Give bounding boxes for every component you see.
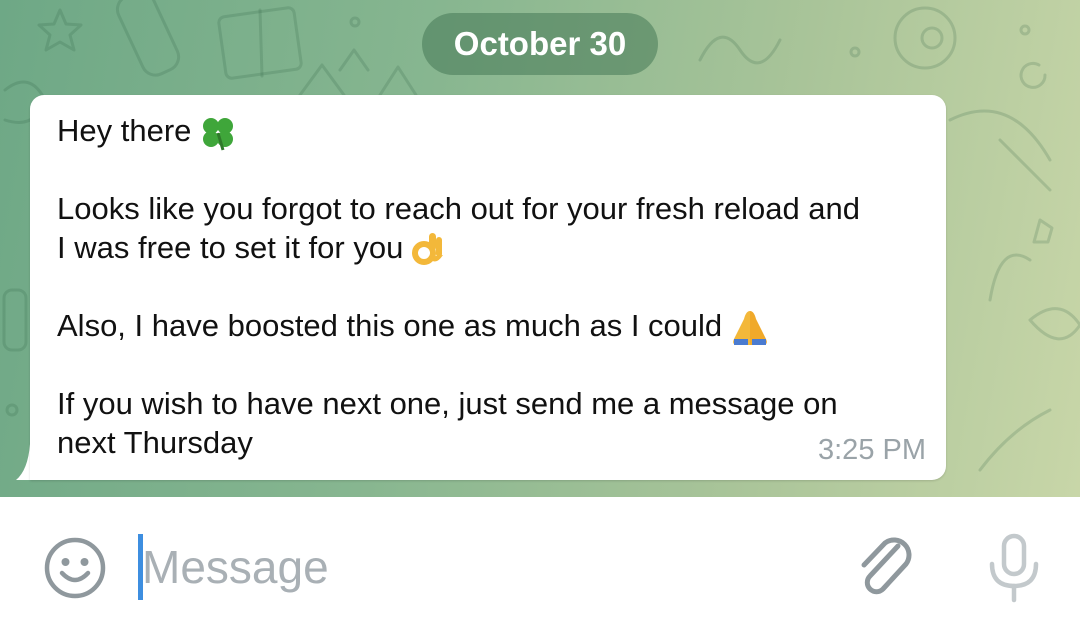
paperclip-icon[interactable] bbox=[850, 532, 916, 604]
message-timestamp: 3:25 PM bbox=[818, 434, 926, 466]
message-line-text: Hey there bbox=[57, 113, 192, 148]
message-line: Hey there bbox=[57, 111, 937, 151]
message-text: Hey there Looks like you forgot to reach… bbox=[57, 111, 937, 462]
message-line-text: I was free to set it for you bbox=[57, 230, 404, 265]
date-pill: October 30 bbox=[422, 13, 658, 75]
smiley-icon[interactable] bbox=[43, 536, 107, 600]
message-line: I was free to set it for you bbox=[57, 228, 937, 267]
four-leaf-clover-icon bbox=[203, 117, 234, 151]
message-line: next Thursday bbox=[57, 425, 253, 460]
folded-hands-icon bbox=[733, 310, 768, 345]
ok-hand-icon bbox=[412, 232, 444, 265]
microphone-icon[interactable] bbox=[982, 532, 1046, 604]
message-line: If you wish to have next one, just send … bbox=[57, 386, 838, 421]
message-input[interactable] bbox=[142, 532, 822, 602]
message-line-text: Also, I have boosted this one as much as… bbox=[57, 308, 723, 343]
message-line: Looks like you forgot to reach out for y… bbox=[57, 191, 861, 226]
message-line: Also, I have boosted this one as much as… bbox=[57, 306, 937, 345]
